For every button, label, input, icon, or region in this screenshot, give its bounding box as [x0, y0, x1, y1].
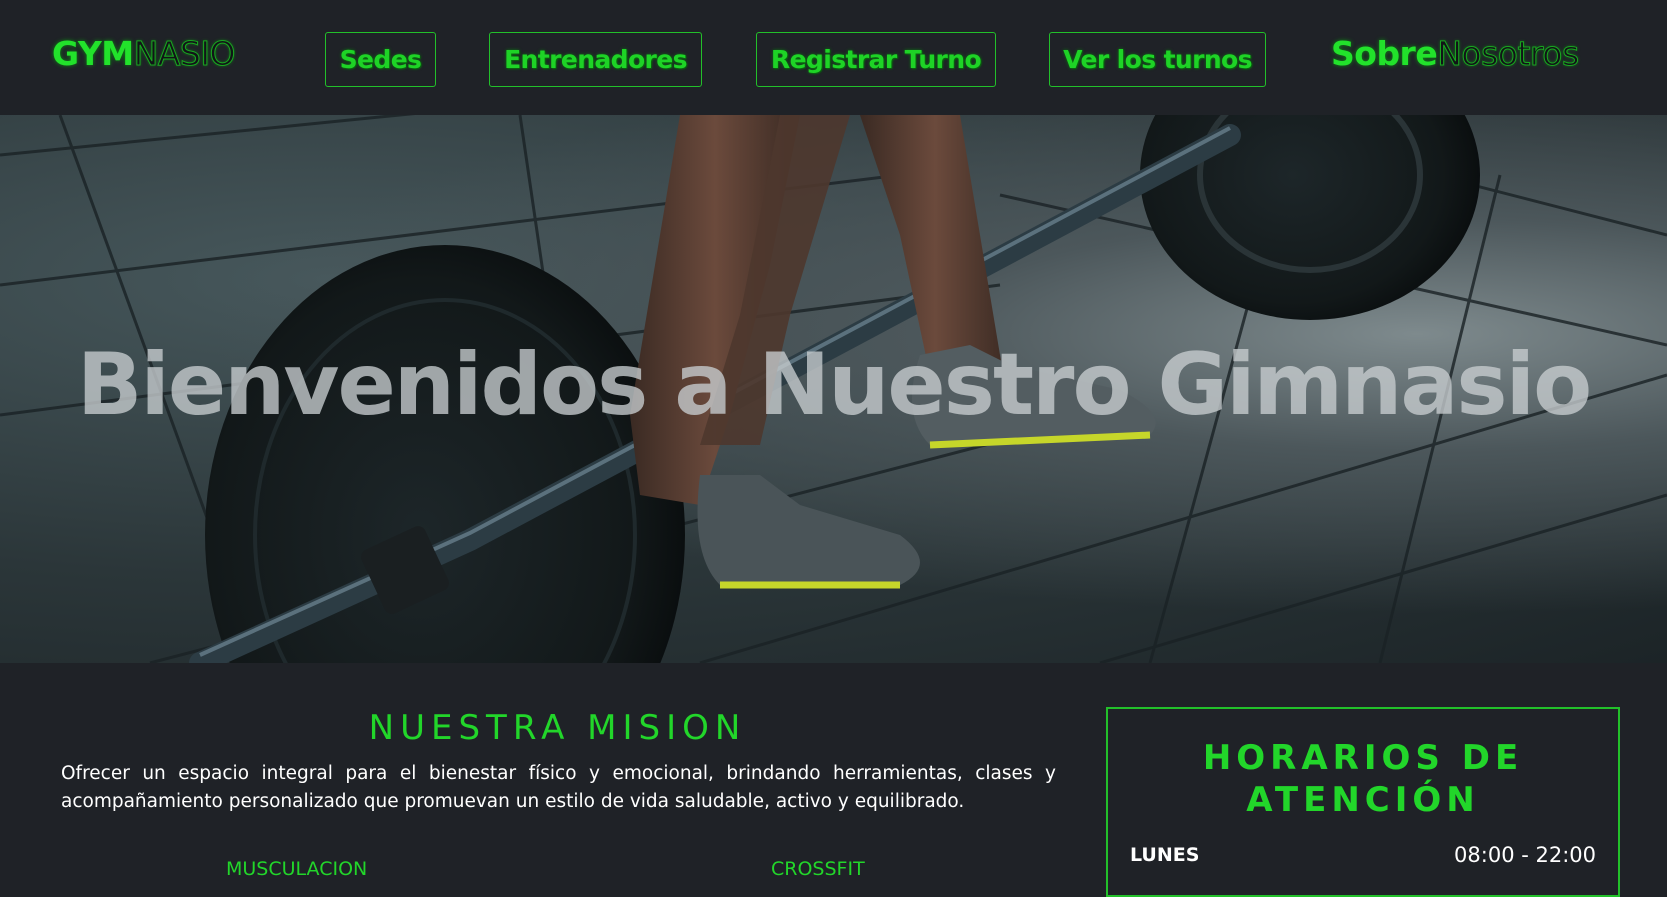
service-crossfit: CROSSFIT: [771, 858, 865, 880]
hours-panel: HORARIOS DE ATENCIÓN LUNES 08:00 - 22:00: [1106, 707, 1620, 897]
hero-banner: Bienvenidos a Nuestro Gimnasio: [0, 115, 1667, 663]
about-link-secondary: Nosotros: [1437, 34, 1580, 74]
service-musculacion: MUSCULACION: [226, 858, 368, 880]
nav-entrenadores-button[interactable]: Entrenadores: [489, 32, 702, 87]
nav-registrar-turno-button[interactable]: Registrar Turno: [756, 32, 996, 87]
hours-day-label: LUNES: [1130, 844, 1200, 866]
about-link-primary: Sobre: [1331, 34, 1438, 73]
brand-logo[interactable]: GYMNASIO: [52, 34, 236, 74]
mision-text: Ofrecer un espacio integral para el bien…: [61, 763, 1056, 812]
hero-title: Bienvenidos a Nuestro Gimnasio: [76, 335, 1592, 435]
brand-logo-secondary: NASIO: [133, 34, 236, 74]
nav-ver-turnos-button[interactable]: Ver los turnos: [1049, 32, 1266, 87]
hours-title: HORARIOS DE ATENCIÓN: [1202, 738, 1524, 820]
nav-sobre-nosotros-link[interactable]: SobreNosotros: [1331, 34, 1580, 74]
brand-logo-primary: GYM: [52, 34, 134, 73]
hours-time-value: 08:00 - 22:00: [1454, 843, 1596, 867]
top-navbar: GYMNASIO Sedes Entrenadores Registrar Tu…: [0, 0, 1667, 115]
mision-title: NUESTRA MISION: [368, 708, 747, 748]
nav-sedes-button[interactable]: Sedes: [325, 32, 436, 87]
